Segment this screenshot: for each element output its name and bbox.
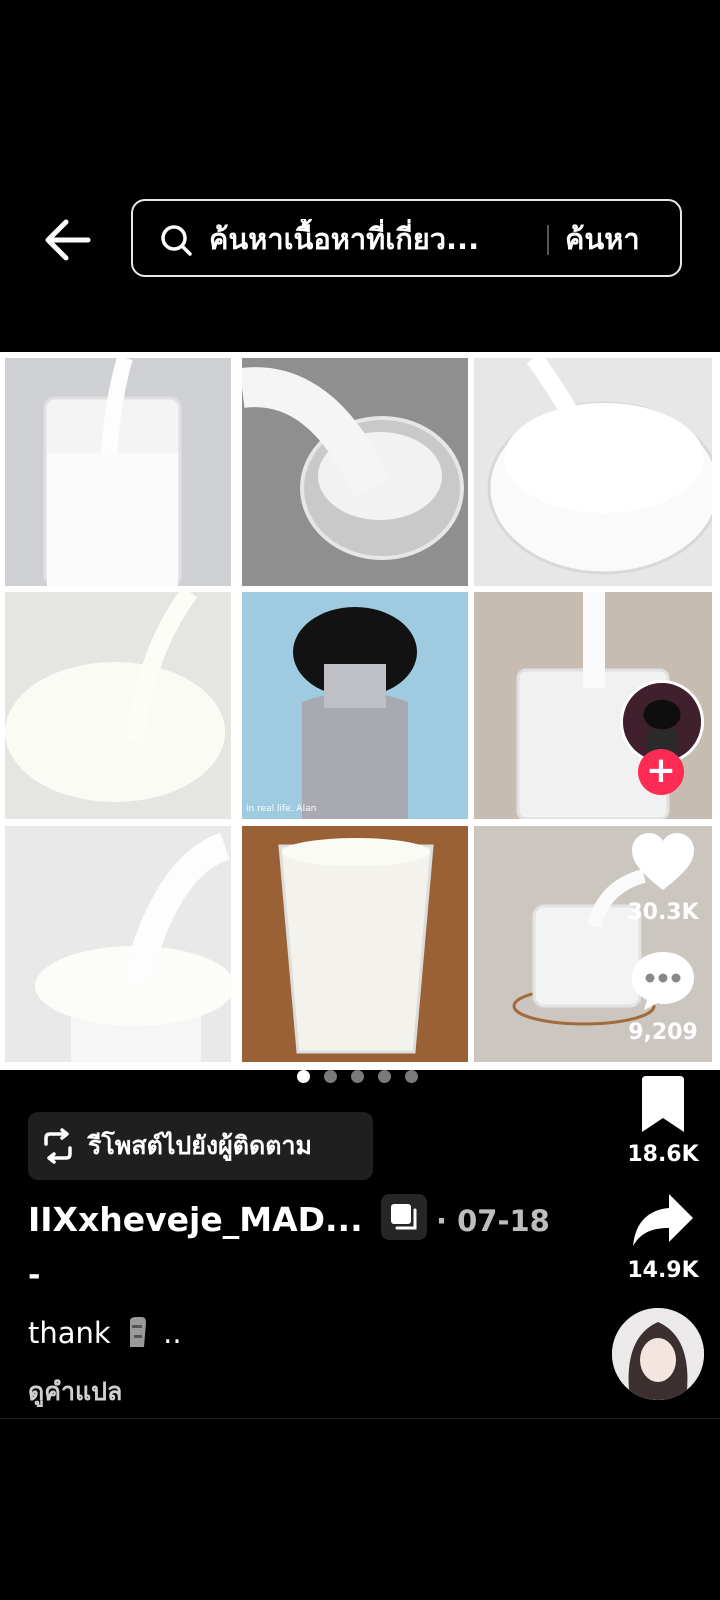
comment-button[interactable]: 9,209 xyxy=(608,950,718,1045)
moai-emoji-icon xyxy=(129,1317,146,1347)
bookmark-icon xyxy=(642,1076,684,1132)
sound-disc-avatar[interactable] xyxy=(612,1308,704,1400)
glass-of-milk-image xyxy=(242,826,468,1062)
pager-dot[interactable] xyxy=(297,1070,310,1083)
search-icon xyxy=(161,225,192,256)
repost-button[interactable]: รีโพสต์ไปยังผู้ติดตาม xyxy=(28,1112,373,1180)
back-button[interactable] xyxy=(40,212,96,268)
search-divider xyxy=(547,225,549,255)
pager-dot[interactable] xyxy=(378,1070,391,1083)
share-arrow-icon xyxy=(633,1194,693,1246)
repost-label: รีโพสต์ไปยังผู้ติดตาม xyxy=(88,1131,312,1160)
like-button[interactable]: 30.3K xyxy=(608,832,718,925)
comment-count: 9,209 xyxy=(628,1020,698,1045)
photo-stack-icon xyxy=(391,1204,417,1230)
post-date: · 07-18 xyxy=(436,1204,550,1238)
author-username[interactable]: IIXxheveje_MAD... xyxy=(28,1200,363,1239)
caption-dash: - xyxy=(28,1258,41,1293)
search-bar[interactable]: ค้นหา xyxy=(131,199,682,277)
share-count: 14.9K xyxy=(627,1258,699,1283)
milk-pitcher-pour-image xyxy=(242,358,468,586)
share-button[interactable]: 14.9K xyxy=(608,1192,718,1283)
caption-text: thank xyxy=(28,1316,111,1350)
comment-bubble-icon xyxy=(632,952,694,1010)
heart-icon xyxy=(632,833,694,890)
save-count: 18.6K xyxy=(627,1142,699,1167)
search-submit-button[interactable]: ค้นหา xyxy=(565,219,640,259)
post-caption: thank .. xyxy=(28,1316,182,1350)
bottom-divider xyxy=(0,1418,720,1419)
tile-watermark: in real life. Alan xyxy=(246,804,316,814)
repost-icon xyxy=(44,1128,72,1164)
follow-button[interactable]: + xyxy=(638,749,684,795)
like-count: 30.3K xyxy=(627,900,699,925)
milk-bowl-image xyxy=(474,358,712,586)
avatar-character-image: in real life. Alan xyxy=(242,592,468,819)
photo-post-badge xyxy=(381,1194,427,1240)
caption-suffix: .. xyxy=(163,1316,182,1350)
milk-pour-glass-image xyxy=(5,358,231,586)
see-translation-link[interactable]: ดูคำแปล xyxy=(28,1372,122,1412)
save-button[interactable]: 18.6K xyxy=(608,1076,718,1167)
milk-splash-glass-image xyxy=(5,826,231,1062)
arrow-left-icon xyxy=(45,219,91,261)
milk-splash-image xyxy=(5,592,231,819)
pager-dot[interactable] xyxy=(324,1070,337,1083)
pager-dot[interactable] xyxy=(405,1070,418,1083)
pager-dot[interactable] xyxy=(351,1070,364,1083)
carousel-pager xyxy=(297,1070,418,1084)
search-input[interactable] xyxy=(209,219,554,259)
